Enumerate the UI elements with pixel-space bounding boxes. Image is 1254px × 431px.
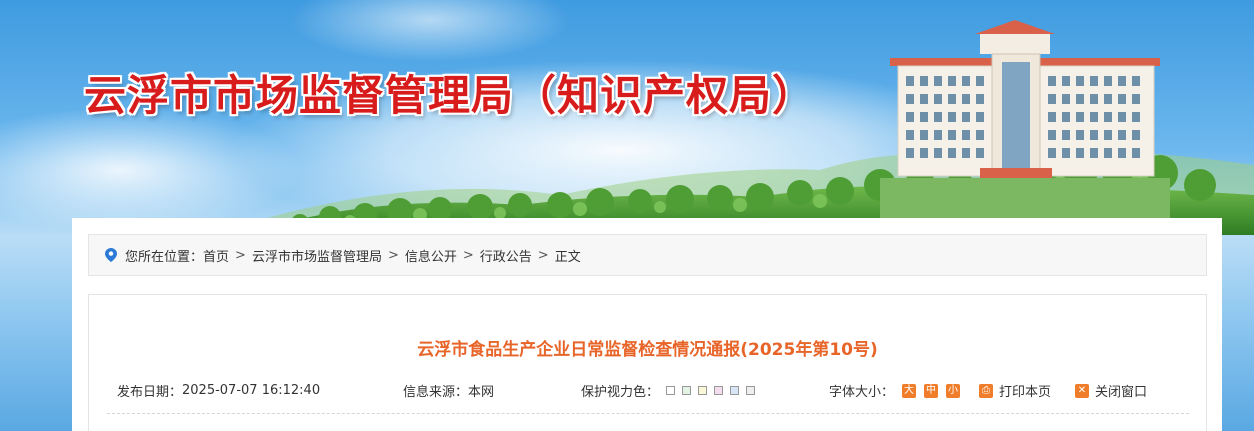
breadcrumb-separator: > [235, 247, 246, 263]
breadcrumb-prefix: 您所在位置： [125, 249, 204, 265]
article-container: 云浮市食品生产企业日常监督检查情况通报(2025年第10号) 发布日期： 202… [88, 294, 1207, 431]
article-title: 云浮市食品生产企业日常监督检查情况通报(2025年第10号) [417, 340, 878, 360]
site-title: 云浮市市场监督管理局（知识产权局） [84, 71, 816, 120]
color-swatch-pink[interactable] [714, 386, 724, 395]
color-swatch-green[interactable] [682, 386, 692, 395]
print-page-button[interactable]: ⎙ 打印本页 [979, 381, 1051, 400]
meta-divider [107, 413, 1189, 414]
breadcrumb-home[interactable]: 首页 [203, 246, 229, 265]
color-swatch-gray[interactable] [746, 386, 756, 395]
location-pin-icon [105, 248, 117, 262]
info-source: 信息来源： 本网 [403, 381, 494, 400]
font-size-medium-button[interactable]: 中 [924, 383, 939, 398]
breadcrumb-separator: > [387, 247, 399, 263]
print-page-label: 打印本页 [999, 385, 1052, 400]
color-swatch-white[interactable] [666, 386, 676, 395]
breadcrumb-admin-notice[interactable]: 行政公告 [480, 246, 532, 265]
font-size-control: 字体大小： 大 中 小 [829, 381, 961, 400]
info-source-value: 本网 [468, 385, 495, 400]
info-source-label: 信息来源： [403, 385, 469, 400]
breadcrumb-bureau[interactable]: 云浮市市场监督管理局 [252, 246, 382, 265]
content-panel: 您所在位置： 首页 > 云浮市市场监督管理局 > 信息公开 > 行政公告 > 正… [72, 218, 1222, 431]
publish-date: 发布日期： 2025-07-07 16:12:40 [117, 381, 320, 400]
close-window-label: 关闭窗口 [1095, 385, 1148, 400]
article-meta: 发布日期： 2025-07-07 16:12:40 信息来源： 本网 保护视力色… [117, 381, 1177, 403]
publish-date-value: 2025-07-07 16:12:40 [182, 383, 321, 398]
close-icon: ✕ [1075, 383, 1089, 398]
breadcrumb-current: 正文 [554, 249, 581, 265]
font-size-large-button[interactable]: 大 [902, 383, 917, 398]
close-window-button[interactable]: ✕ 关闭窗口 [1075, 381, 1147, 400]
color-swatch-blue[interactable] [730, 386, 740, 395]
color-swatch-yellow[interactable] [698, 386, 708, 395]
breadcrumb-info-disclosure[interactable]: 信息公开 [405, 246, 457, 265]
publish-date-label: 发布日期： [117, 385, 183, 400]
font-size-small-button[interactable]: 小 [946, 383, 961, 398]
font-size-label: 字体大小： [829, 385, 895, 400]
print-icon: ⎙ [979, 383, 993, 398]
breadcrumb-separator: > [537, 247, 549, 263]
breadcrumb-separator: > [462, 247, 474, 263]
eye-protect-label: 保护视力色： [581, 385, 660, 400]
breadcrumb: 您所在位置： 首页 > 云浮市市场监督管理局 > 信息公开 > 行政公告 > 正… [88, 234, 1207, 276]
eye-protect-colors: 保护视力色： [581, 381, 756, 400]
government-building-illustration [880, 20, 1170, 218]
